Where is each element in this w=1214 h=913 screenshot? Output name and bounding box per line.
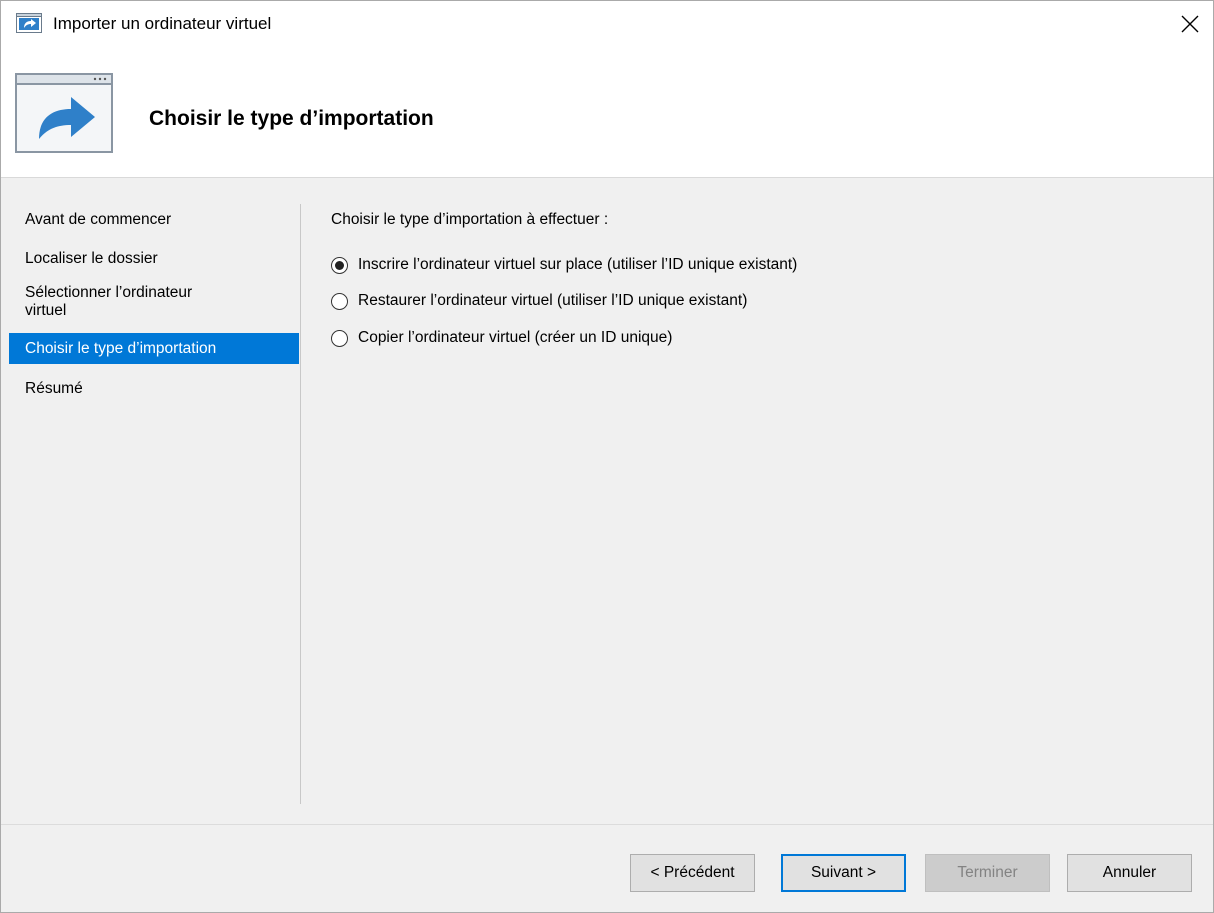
previous-button[interactable]: < Précédent xyxy=(630,854,755,892)
import-arrow-icon xyxy=(16,13,42,33)
nav-step-summary[interactable]: Résumé xyxy=(9,380,299,398)
nav-step-label: Localiser le dossier xyxy=(25,250,158,267)
nav-divider xyxy=(300,204,301,804)
import-vm-wizard-window: Importer un ordinateur virtuel Choisir l… xyxy=(0,0,1214,913)
title-bar: Importer un ordinateur virtuel xyxy=(1,1,1213,47)
footer-divider xyxy=(1,824,1213,825)
finish-button: Terminer xyxy=(925,854,1050,892)
option-restore[interactable]: Restaurer l’ordinateur virtuel (utiliser… xyxy=(331,292,747,310)
nav-step-label: Résumé xyxy=(25,380,83,397)
nav-step-label: Avant de commencer xyxy=(25,211,172,228)
option-label: Copier l’ordinateur virtuel (créer un ID… xyxy=(358,329,673,346)
import-type-panel: Choisir le type d’importation à effectue… xyxy=(331,211,1191,347)
page-title: Choisir le type d’importation xyxy=(149,107,434,130)
nav-step-locate-folder[interactable]: Localiser le dossier xyxy=(9,250,299,268)
close-button[interactable] xyxy=(1167,1,1213,47)
import-wizard-icon xyxy=(15,73,115,155)
import-type-prompt: Choisir le type d’importation à effectue… xyxy=(331,211,609,228)
nav-step-label: Choisir le type d’importation xyxy=(25,340,217,357)
radio-button-selected[interactable] xyxy=(331,256,348,274)
next-button[interactable]: Suivant > xyxy=(781,854,906,892)
cancel-button[interactable]: Annuler xyxy=(1067,854,1192,892)
wizard-header: Choisir le type d’importation xyxy=(1,47,1213,178)
radio-button[interactable] xyxy=(331,292,348,310)
option-label: Inscrire l’ordinateur virtuel sur place … xyxy=(358,256,798,273)
close-icon xyxy=(1181,15,1199,33)
nav-step-select-vm[interactable]: Sélectionner l’ordinateur virtuel xyxy=(9,284,299,320)
option-register-in-place[interactable]: Inscrire l’ordinateur virtuel sur place … xyxy=(331,256,797,274)
nav-step-before-you-begin[interactable]: Avant de commencer xyxy=(9,211,299,229)
nav-step-label-line2: virtuel xyxy=(25,302,67,319)
option-label: Restaurer l’ordinateur virtuel (utiliser… xyxy=(358,292,748,309)
window-title: Importer un ordinateur virtuel xyxy=(53,14,272,33)
option-copy[interactable]: Copier l’ordinateur virtuel (créer un ID… xyxy=(331,329,672,347)
nav-step-label-line1: Sélectionner l’ordinateur xyxy=(25,284,193,301)
nav-step-choose-import-type[interactable]: Choisir le type d’importation xyxy=(9,333,299,364)
radio-button[interactable] xyxy=(331,329,348,347)
